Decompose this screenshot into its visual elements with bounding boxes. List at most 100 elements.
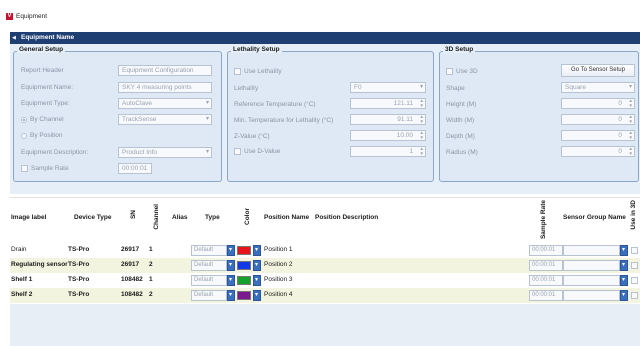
table-row[interactable]: Regulating sensor TS-Pro 26917 2 Default… — [10, 258, 640, 273]
col-position-description[interactable]: Position Description — [315, 214, 378, 221]
spinner-icon[interactable]: ▲ ▼ — [629, 115, 633, 124]
col-image-label[interactable]: Image label — [11, 214, 46, 221]
sn-cell: 108482 — [121, 291, 143, 298]
table-row[interactable]: Shelf 1 TS-Pro 108482 1 Default Position… — [10, 273, 640, 288]
type-select[interactable]: Default — [191, 245, 227, 256]
shape-select[interactable]: Square — [561, 82, 635, 93]
col-device-type[interactable]: Device Type — [74, 214, 111, 221]
height-field[interactable]: 0 ▲ ▼ — [561, 98, 635, 109]
equipment-name-field[interactable]: SKY 4 measuring points — [118, 82, 212, 93]
channel-cell: 2 — [149, 261, 153, 268]
go-to-sensor-setup-button[interactable]: Go To Sensor Setup — [561, 64, 635, 77]
sample-rate-checkbox[interactable] — [21, 165, 28, 172]
color-dropdown-icon[interactable] — [253, 245, 261, 256]
equipment-type-select[interactable]: AutoClave — [118, 98, 212, 109]
col-alias[interactable]: Alias — [172, 214, 188, 221]
use-d-value-checkbox[interactable] — [234, 148, 241, 155]
by-position-radio[interactable] — [21, 133, 27, 139]
spinner-icon[interactable]: ▲ ▼ — [629, 147, 633, 156]
min-temperature-field[interactable]: 91.11 ▲ ▼ — [350, 114, 426, 125]
equipment-description-label: Equipment Description: — [21, 149, 89, 156]
position-name-cell[interactable]: Position 2 — [264, 261, 293, 268]
d-value-field[interactable]: 1 ▲ ▼ — [350, 146, 426, 157]
position-name-cell[interactable]: Position 4 — [264, 291, 293, 298]
color-swatch[interactable] — [237, 246, 251, 255]
image-label-cell: Regulating sensor — [11, 261, 68, 268]
sensor-group-select[interactable] — [563, 290, 620, 301]
equipment-name-header[interactable] — [10, 32, 640, 44]
d-value-value: 1 — [409, 148, 413, 155]
col-type[interactable]: Type — [205, 214, 220, 221]
spinner-icon[interactable]: ▲ ▼ — [629, 99, 633, 108]
col-channel[interactable]: Channel — [153, 204, 160, 230]
sensor-group-dropdown-icon[interactable] — [620, 290, 628, 301]
equipment-description-select[interactable]: Product Info — [118, 147, 212, 158]
report-header-field[interactable]: Equipment Configuration — [118, 65, 212, 76]
depth-field[interactable]: 0 ▲ ▼ — [561, 130, 635, 141]
z-value-field[interactable]: 10.00 ▲ ▼ — [350, 130, 426, 141]
shape-label: Shape — [446, 85, 465, 92]
sample-rate-cell[interactable]: 00:00:01 — [529, 260, 563, 271]
use-lethality-checkbox[interactable] — [234, 68, 241, 75]
position-name-cell[interactable]: Position 1 — [264, 246, 293, 253]
color-dropdown-icon[interactable] — [253, 290, 261, 301]
width-value: 0 — [618, 116, 622, 123]
col-sample-rate[interactable]: Sample Rate — [540, 200, 547, 239]
width-field[interactable]: 0 ▲ ▼ — [561, 114, 635, 125]
sensor-group-dropdown-icon[interactable] — [620, 245, 628, 256]
spinner-icon[interactable]: ▲ ▼ — [420, 115, 424, 124]
sensor-group-select[interactable] — [563, 275, 620, 286]
equipment-type-label: Equipment Type: — [21, 100, 70, 107]
channel-source-select[interactable]: TrackSense — [118, 114, 212, 125]
type-dropdown-icon[interactable] — [227, 275, 235, 286]
color-dropdown-icon[interactable] — [253, 275, 261, 286]
sensor-group-select[interactable] — [563, 260, 620, 271]
type-dropdown-icon[interactable] — [227, 290, 235, 301]
sensor-group-select[interactable] — [563, 245, 620, 256]
col-sensor-group-name[interactable]: Sensor Group Name — [563, 214, 626, 221]
title-bar — [0, 0, 640, 30]
type-dropdown-icon[interactable] — [227, 260, 235, 271]
collapse-arrow-icon[interactable]: ◀ — [12, 35, 16, 41]
color-swatch[interactable] — [237, 261, 251, 270]
use-in-3d-checkbox[interactable] — [631, 247, 638, 254]
use-3d-checkbox[interactable] — [446, 68, 453, 75]
sample-rate-cell[interactable]: 00:00:01 — [529, 245, 563, 256]
reference-temperature-field[interactable]: 121.11 ▲ ▼ — [350, 98, 426, 109]
image-label-cell: Shelf 2 — [11, 291, 33, 298]
spinner-icon[interactable]: ▲ ▼ — [420, 147, 424, 156]
z-value-label: Z-Value (°C) — [234, 133, 270, 140]
radius-field[interactable]: 0 ▲ ▼ — [561, 146, 635, 157]
use-in-3d-checkbox[interactable] — [631, 292, 638, 299]
use-in-3d-checkbox[interactable] — [631, 262, 638, 269]
sample-rate-cell[interactable]: 00:00:01 — [529, 275, 563, 286]
use-in-3d-checkbox[interactable] — [631, 277, 638, 284]
color-dropdown-icon[interactable] — [253, 260, 261, 271]
type-select[interactable]: Default — [191, 290, 227, 301]
lethality-select[interactable]: F0 — [350, 82, 426, 93]
type-dropdown-icon[interactable] — [227, 245, 235, 256]
by-channel-radio[interactable] — [21, 117, 27, 123]
sample-rate-cell[interactable]: 00:00:01 — [529, 290, 563, 301]
by-channel-label: By Channel — [30, 116, 64, 123]
channel-cell: 2 — [149, 291, 153, 298]
sensor-group-dropdown-icon[interactable] — [620, 275, 628, 286]
spinner-icon[interactable]: ▲ ▼ — [420, 131, 424, 140]
lethality-setup-legend: Lethality Setup — [231, 46, 282, 53]
type-select[interactable]: Default — [191, 260, 227, 271]
col-position-name[interactable]: Position Name — [264, 214, 309, 221]
table-row[interactable]: Shelf 2 TS-Pro 108482 2 Default Position… — [10, 288, 640, 303]
use-lethality-label: Use Lethality — [244, 68, 282, 75]
col-use-in-3d[interactable]: Use in 3D — [630, 200, 637, 230]
spinner-icon[interactable]: ▲ ▼ — [420, 99, 424, 108]
color-swatch[interactable] — [237, 291, 251, 300]
sensor-group-dropdown-icon[interactable] — [620, 260, 628, 271]
color-swatch[interactable] — [237, 276, 251, 285]
spinner-icon[interactable]: ▲ ▼ — [629, 131, 633, 140]
table-row[interactable]: Drain TS-Pro 26917 1 Default Position 1 … — [10, 243, 640, 258]
position-name-cell[interactable]: Position 3 — [264, 276, 293, 283]
type-select[interactable]: Default — [191, 275, 227, 286]
sample-rate-field[interactable]: 00:00:01 — [118, 163, 152, 174]
col-sn[interactable]: SN — [130, 210, 137, 219]
col-color[interactable]: Color — [244, 208, 251, 225]
